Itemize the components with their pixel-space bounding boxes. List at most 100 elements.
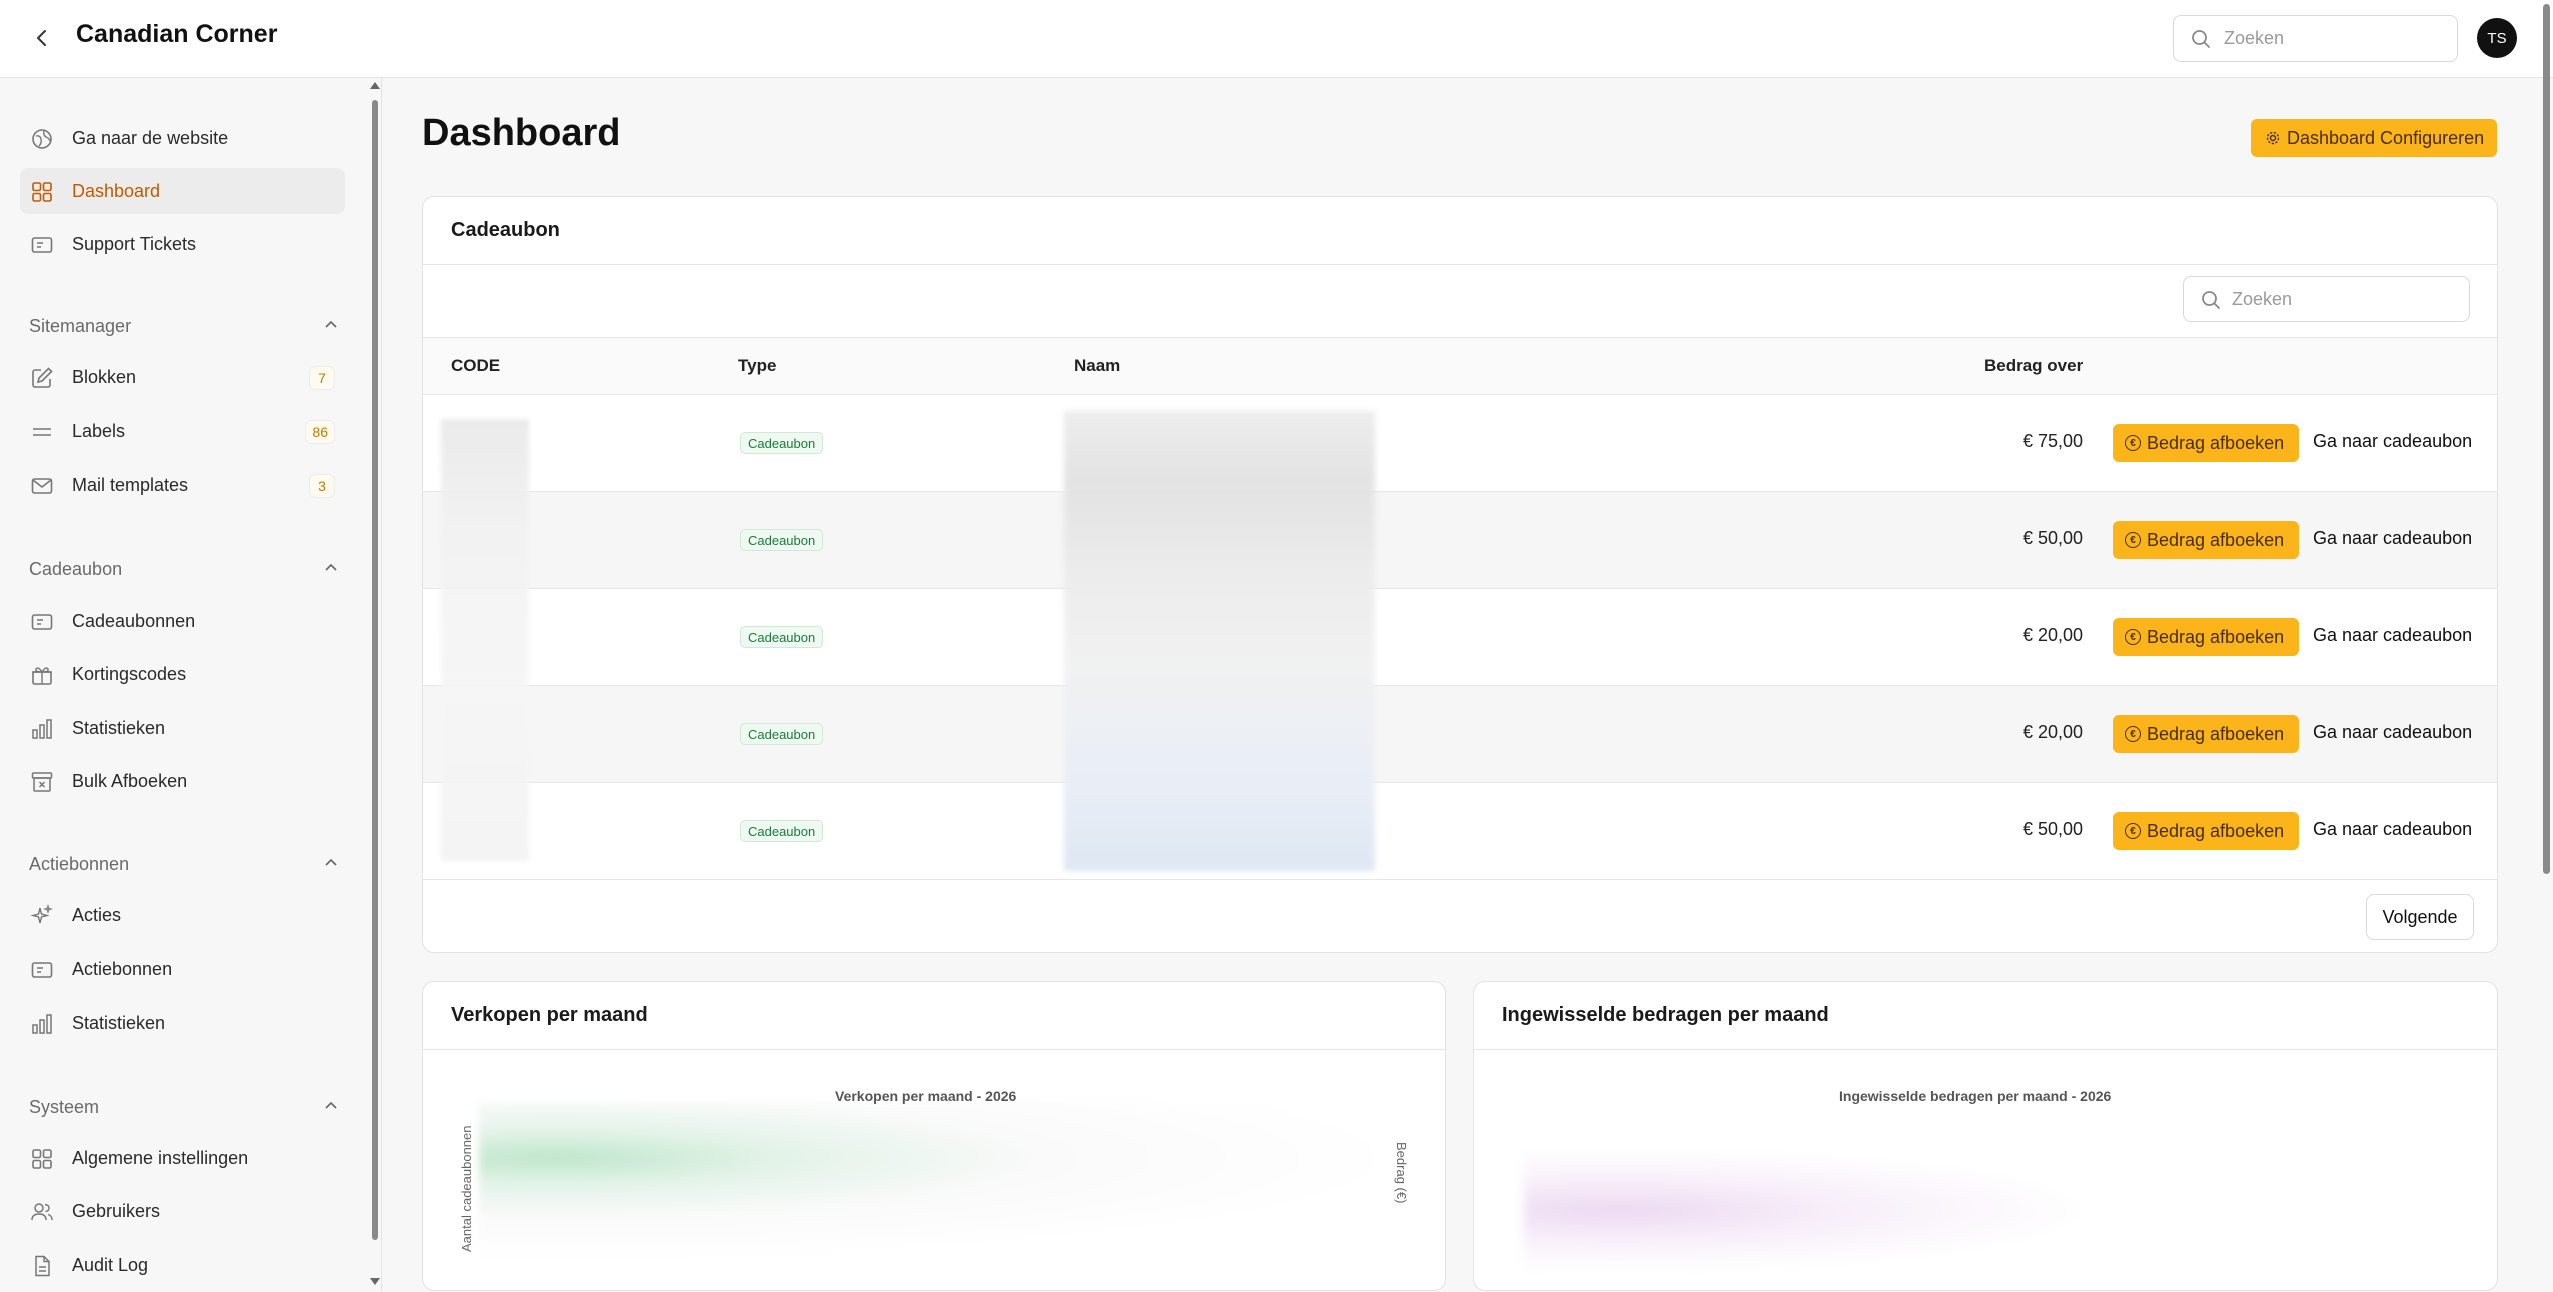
chevron-up-icon [325,320,337,328]
sidebar-item-label: Mail templates [72,474,189,495]
back-button[interactable] [26,22,58,54]
count-badge: 3 [309,474,335,498]
euro-icon: € [2125,532,2141,548]
sidebar-item-blokken[interactable]: Blokken 7 [20,354,345,400]
bar-chart-icon [32,1014,52,1034]
lines-icon [33,428,51,436]
avatar[interactable]: TS [2477,18,2517,58]
section-header-cadeaubon[interactable]: Cadeaubon [29,554,339,584]
chevron-up-icon [325,1101,337,1109]
sidebar-item-cadeaubonnen[interactable]: Cadeaubonnen [20,598,345,644]
ga-naar-cadeaubon-link[interactable]: Ga naar cadeaubon [2313,722,2472,743]
sidebar-item-label: Acties [72,904,122,925]
file-icon [35,1255,50,1277]
euro-icon: € [2125,823,2141,839]
bedrag-afboeken-button[interactable]: € Bedrag afboeken [2113,424,2299,462]
sidebar-item-kortingscodes[interactable]: Kortingscodes [20,651,345,697]
main-scrollbar[interactable] [2540,0,2553,1292]
column-header-bedrag-over[interactable]: Bedrag over [1984,356,2083,376]
section-header-actiebonnen[interactable]: Actiebonnen [29,849,339,879]
ticket-icon [31,237,53,253]
sidebar-item-label: Gebruikers [72,1200,161,1221]
redacted-chart-area [1524,1102,2454,1282]
sidebar-item-actie-statistieken[interactable]: Statistieken [20,1000,345,1046]
chart-title: Ingewisselde bedragen per maand - 2026 [1839,1088,2112,1104]
page-title: Dashboard [422,112,621,154]
table-search-input[interactable] [2232,288,2452,310]
sidebar-item-statistieken[interactable]: Statistieken [20,705,345,751]
sidebar-scrollbar[interactable] [370,78,380,1292]
ticket-icon [31,962,53,978]
bedrag-afboeken-button[interactable]: € Bedrag afboeken [2113,715,2299,753]
bedrag-afboeken-button[interactable]: € Bedrag afboeken [2113,812,2299,850]
sidebar-item-label: Algemene instellingen [72,1147,249,1168]
ga-naar-cadeaubon-link[interactable]: Ga naar cadeaubon [2313,819,2472,840]
archive-x-icon [31,772,53,792]
grid-icon [32,1149,52,1169]
scroll-up-arrow[interactable] [370,82,380,89]
giftcard-card: Cadeaubon CODE Type Naam Bedrag over Cad… [422,196,2498,953]
bedrag-afboeken-label: Bedrag afboeken [2147,529,2285,550]
scrollbar-thumb[interactable] [2543,4,2550,874]
sidebar-item-algemene-instellingen[interactable]: Algemene instellingen [20,1135,345,1181]
sidebar-item-actiebonnen[interactable]: Actiebonnen [20,946,345,992]
dashboard-configure-button[interactable]: Dashboard Configureren [2251,119,2497,157]
sparkles-icon [30,904,54,924]
redeemed-chart-card: Ingewisselde bedragen per maand Ingewiss… [1473,981,2498,1291]
dashboard-configure-label: Dashboard Configureren [2287,127,2485,148]
section-title: Systeem [29,1096,100,1117]
table-row: Cadeaubon € 20,00 € Bedrag afboeken Ga na… [423,686,2497,783]
sidebar-item-label: Ga naar de website [72,127,229,148]
sidebar-item-mail-templates[interactable]: Mail templates 3 [20,462,345,508]
scrollbar-thumb[interactable] [372,100,378,1240]
sidebar-item-labels[interactable]: Labels 86 [20,408,345,454]
top-search-input[interactable] [2224,28,2444,49]
redacted-name-column [1064,411,1375,871]
column-header-naam[interactable]: Naam [1074,356,1120,376]
section-header-sitemanager[interactable]: Sitemanager [29,311,339,341]
y-axis-right-label: Bedrag (€) [1394,1142,1409,1204]
next-page-button[interactable]: Volgende [2366,894,2474,940]
section-header-systeem[interactable]: Systeem [29,1092,339,1122]
euro-icon: € [2125,629,2141,645]
search-icon [2192,30,2210,48]
sidebar-item-label: Cadeaubonnen [72,610,196,631]
bedrag-afboeken-label: Bedrag afboeken [2147,432,2285,453]
sidebar-item-acties[interactable]: Acties [20,892,345,938]
bedrag-afboeken-button[interactable]: € Bedrag afboeken [2113,521,2299,559]
type-badge: Cadeaubon [740,820,824,842]
sidebar: Ga naar de website Dashboard Support Tic… [0,78,382,1292]
table-row: Cadeaubon € 20,00 € Bedrag afboeken Ga na… [423,589,2497,686]
ga-naar-cadeaubon-link[interactable]: Ga naar cadeaubon [2313,431,2472,452]
column-header-code[interactable]: CODE [451,356,500,376]
sidebar-item-dashboard[interactable]: Dashboard [20,168,345,214]
gift-icon [32,667,52,685]
bedrag-afboeken-button[interactable]: € Bedrag afboeken [2113,618,2299,656]
table-search-box[interactable] [2183,276,2470,322]
table-row: Cadeaubon € 50,00 € Bedrag afboeken Ga na… [423,492,2497,589]
sidebar-item-label: Support Tickets [72,233,197,254]
sidebar-item-gebruikers[interactable]: Gebruikers [20,1188,345,1234]
type-badge: Cadeaubon [740,432,824,454]
search-icon [2202,291,2220,309]
sidebar-item-audit-log[interactable]: Audit Log [20,1242,345,1288]
type-badge: Cadeaubon [740,723,824,745]
sidebar-item-website[interactable]: Ga naar de website [20,115,345,161]
grid-icon [32,182,52,202]
sidebar-item-bulk-afboeken[interactable]: Bulk Afboeken [20,758,345,804]
top-search-box[interactable] [2173,15,2458,62]
sidebar-item-support-tickets[interactable]: Support Tickets [20,221,345,267]
scroll-down-arrow[interactable] [370,1278,380,1285]
section-title: Cadeaubon [29,558,123,579]
column-header-type[interactable]: Type [738,356,776,376]
table-row: Cadeaubon € 50,00 € Bedrag afboeken Ga na… [423,783,2497,880]
card-title: Ingewisselde bedragen per maand [1474,982,2497,1050]
app-title: Canadian Corner [76,20,278,48]
bar-chart-icon [32,719,52,739]
ga-naar-cadeaubon-link[interactable]: Ga naar cadeaubon [2313,625,2472,646]
ga-naar-cadeaubon-link[interactable]: Ga naar cadeaubon [2313,528,2472,549]
chevron-up-icon [325,563,337,571]
sidebar-item-label: Bulk Afboeken [72,770,188,791]
sales-chart-card: Verkopen per maand Verkopen per maand - … [422,981,1446,1291]
sidebar-item-label: Blokken [72,366,137,387]
